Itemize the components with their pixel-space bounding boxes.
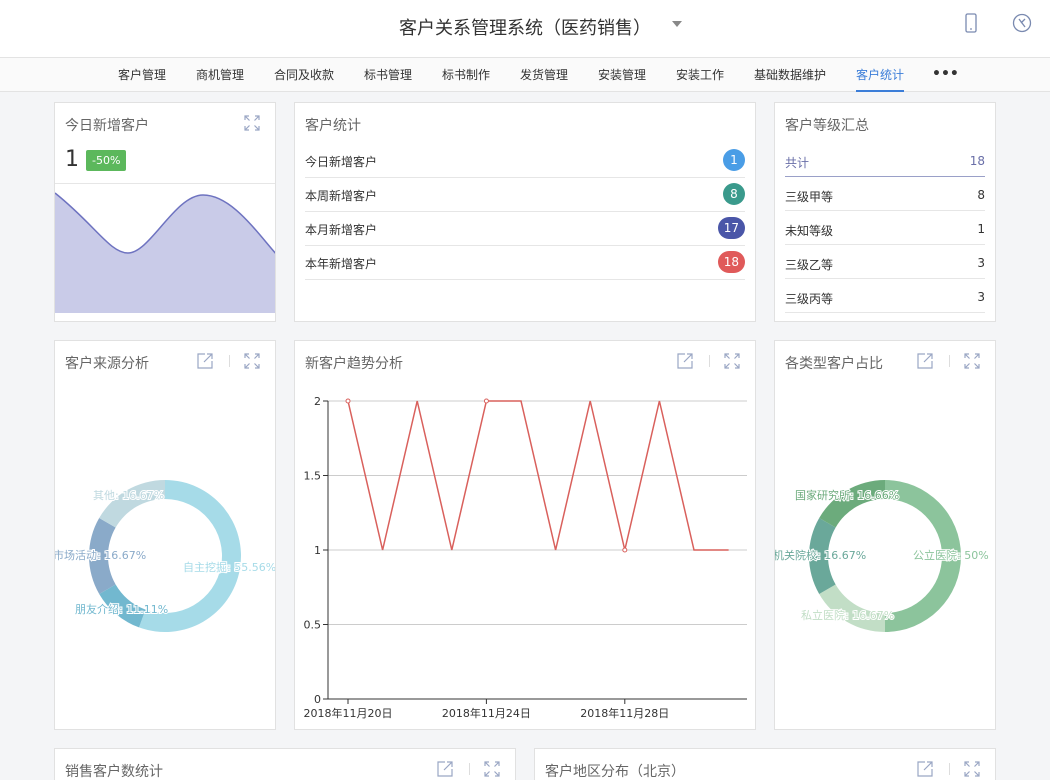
x-tick-label: 2018年11月24日 xyxy=(442,706,531,720)
trend-line-chart: 0 0.5 1 1.5 2 2018年11月20日 2018年11月24日 2018年11月2… xyxy=(304,395,747,720)
panel-title: 今日新增客户 xyxy=(65,118,149,134)
stat-label: 本年新增客户 xyxy=(305,257,378,271)
y-tick-label: 0.5 xyxy=(304,619,322,632)
today-new-count: 1 xyxy=(65,147,79,172)
nav-item-customer-mgmt[interactable]: 客户管理 xyxy=(118,58,166,92)
total-value: 18 xyxy=(969,154,985,168)
expand-icon[interactable] xyxy=(962,759,982,779)
donut-slice-label: 市场活动: 16.67% xyxy=(55,548,146,562)
x-tick-label: 2018年11月28日 xyxy=(580,706,669,720)
title-dropdown-icon[interactable] xyxy=(672,21,682,27)
type-donut-chart: 公立医院: 50% 私立医院: 16.67% 机关院校: 16.67% 国家研究所: … xyxy=(775,480,990,632)
level-value: 3 xyxy=(977,256,985,270)
level-total-row: 共计 18 xyxy=(785,143,985,177)
region-panel: 客户地区分布（北京） xyxy=(534,748,996,780)
stat-row[interactable]: 今日新增客户 1 xyxy=(305,144,745,178)
trend-point[interactable] xyxy=(622,547,628,553)
open-external-icon[interactable] xyxy=(435,759,455,779)
level-value: 1 xyxy=(977,222,985,236)
donut-slice-label: 机关院校: 16.67% xyxy=(775,548,866,562)
donut-slice-label: 公立医院: 50% xyxy=(913,548,989,562)
level-row[interactable]: 三级丙等 3 xyxy=(785,279,985,313)
change-badge: -50% xyxy=(86,150,127,171)
nav-item-customer-stats[interactable]: 客户统计 xyxy=(856,58,905,92)
donut-slice-label: 私立医院: 16.67% xyxy=(801,608,894,622)
level-row[interactable]: 三级乙等 3 xyxy=(785,245,985,279)
nav-item-bid-mgmt[interactable]: 标书管理 xyxy=(364,58,412,92)
level-label: 三级乙等 xyxy=(785,258,834,272)
today-new-panel: 今日新增客户 1 -50% xyxy=(54,102,276,322)
x-tick-label: 2018年11月20日 xyxy=(304,706,393,720)
count-badge: 8 xyxy=(723,183,745,205)
trend-point[interactable] xyxy=(345,398,351,404)
sales-count-panel: 销售客户数统计 xyxy=(54,748,516,780)
level-label: 未知等级 xyxy=(785,224,834,238)
level-value: 8 xyxy=(977,188,985,202)
stat-label: 今日新增客户 xyxy=(305,155,378,169)
main-nav: 客户管理 商机管理 合同及收款 标书管理 标书制作 发货管理 安装管理 安装工作… xyxy=(0,58,1050,92)
donut-slice[interactable] xyxy=(99,480,165,528)
top-header: 客户关系管理系统（医药销售） xyxy=(0,0,1050,58)
customer-stats-panel: 客户统计 今日新增客户 1 本周新增客户 8 本月新增客户 17 本年新增客户 … xyxy=(294,102,756,322)
divider xyxy=(55,183,275,184)
nav-item-bid-making[interactable]: 标书制作 xyxy=(442,58,490,92)
stat-row[interactable]: 本月新增客户 17 xyxy=(305,212,745,246)
level-value: 3 xyxy=(977,290,985,304)
level-row[interactable]: 未知等级 1 xyxy=(785,211,985,245)
donut-slice-label: 国家研究所: 16.66% xyxy=(795,488,899,502)
stat-row[interactable]: 本年新增客户 18 xyxy=(305,246,745,280)
donut-slice[interactable] xyxy=(819,480,885,528)
expand-icon[interactable] xyxy=(482,759,502,779)
total-label: 共计 xyxy=(785,156,810,170)
icon-separator xyxy=(949,763,950,775)
icon-separator xyxy=(469,763,470,775)
expand-icon[interactable] xyxy=(242,113,262,133)
mobile-icon[interactable] xyxy=(960,12,982,34)
stat-label: 本月新增客户 xyxy=(305,223,378,237)
trend-analysis-panel: 新客户趋势分析 0 0.5 1 1.5 2 2018年11月20日 2018年11月24日 2… xyxy=(294,340,756,730)
panel-title: 客户地区分布（北京） xyxy=(545,764,685,780)
level-summary-panel: 客户等级汇总 共计 18 三级甲等 8 未知等级 1 三级乙等 3 三级丙等 3 xyxy=(774,102,996,322)
nav-more-button[interactable]: ••• xyxy=(932,58,959,92)
donut-slice-label: 朋友介绍: 11.11% xyxy=(75,602,168,616)
count-badge: 18 xyxy=(717,251,745,273)
today-new-area-chart xyxy=(55,192,275,313)
level-label: 三级丙等 xyxy=(785,292,834,306)
donut-slice-label: 其他: 16.67% xyxy=(93,489,164,502)
y-tick-label: 2 xyxy=(314,395,321,408)
nav-item-opportunity-mgmt[interactable]: 商机管理 xyxy=(196,58,244,92)
source-analysis-panel: 客户来源分析 自主挖掘: 55.56% 朋友介绍: 11.11% 市场活动: 16.… xyxy=(54,340,276,730)
panel-title: 客户等级汇总 xyxy=(785,118,869,134)
app-title: 客户关系管理系统（医药销售） xyxy=(399,18,651,39)
stat-row[interactable]: 本周新增客户 8 xyxy=(305,178,745,212)
level-label: 三级甲等 xyxy=(785,190,834,204)
trend-point[interactable] xyxy=(483,398,489,404)
panel-title: 客户统计 xyxy=(305,118,361,134)
panel-title: 销售客户数统计 xyxy=(65,764,163,780)
y-tick-label: 1 xyxy=(314,544,321,557)
nav-item-contract[interactable]: 合同及收款 xyxy=(274,58,334,92)
type-ratio-panel: 各类型客户占比 公立医院: 50% 私立医院: 16.67% 机关院校: 16.67… xyxy=(774,340,996,730)
source-donut-chart: 自主挖掘: 55.56% 朋友介绍: 11.11% 市场活动: 16.67% 其他: … xyxy=(55,480,276,632)
donut-slice-label: 自主挖掘: 55.56% xyxy=(183,560,276,574)
open-external-icon[interactable] xyxy=(915,759,935,779)
nav-item-base-data[interactable]: 基础数据维护 xyxy=(754,58,826,92)
stat-label: 本周新增客户 xyxy=(305,189,378,203)
nav-item-install-work[interactable]: 安装工作 xyxy=(676,58,724,92)
y-tick-label: 0 xyxy=(314,693,321,706)
nav-item-install-mgmt[interactable]: 安装管理 xyxy=(598,58,646,92)
count-badge: 1 xyxy=(723,149,745,171)
nav-item-shipping[interactable]: 发货管理 xyxy=(520,58,568,92)
level-row[interactable]: 三级甲等 8 xyxy=(785,177,985,211)
y-tick-label: 1.5 xyxy=(304,470,322,483)
compass-icon[interactable] xyxy=(1011,12,1033,34)
count-badge: 17 xyxy=(717,217,745,239)
